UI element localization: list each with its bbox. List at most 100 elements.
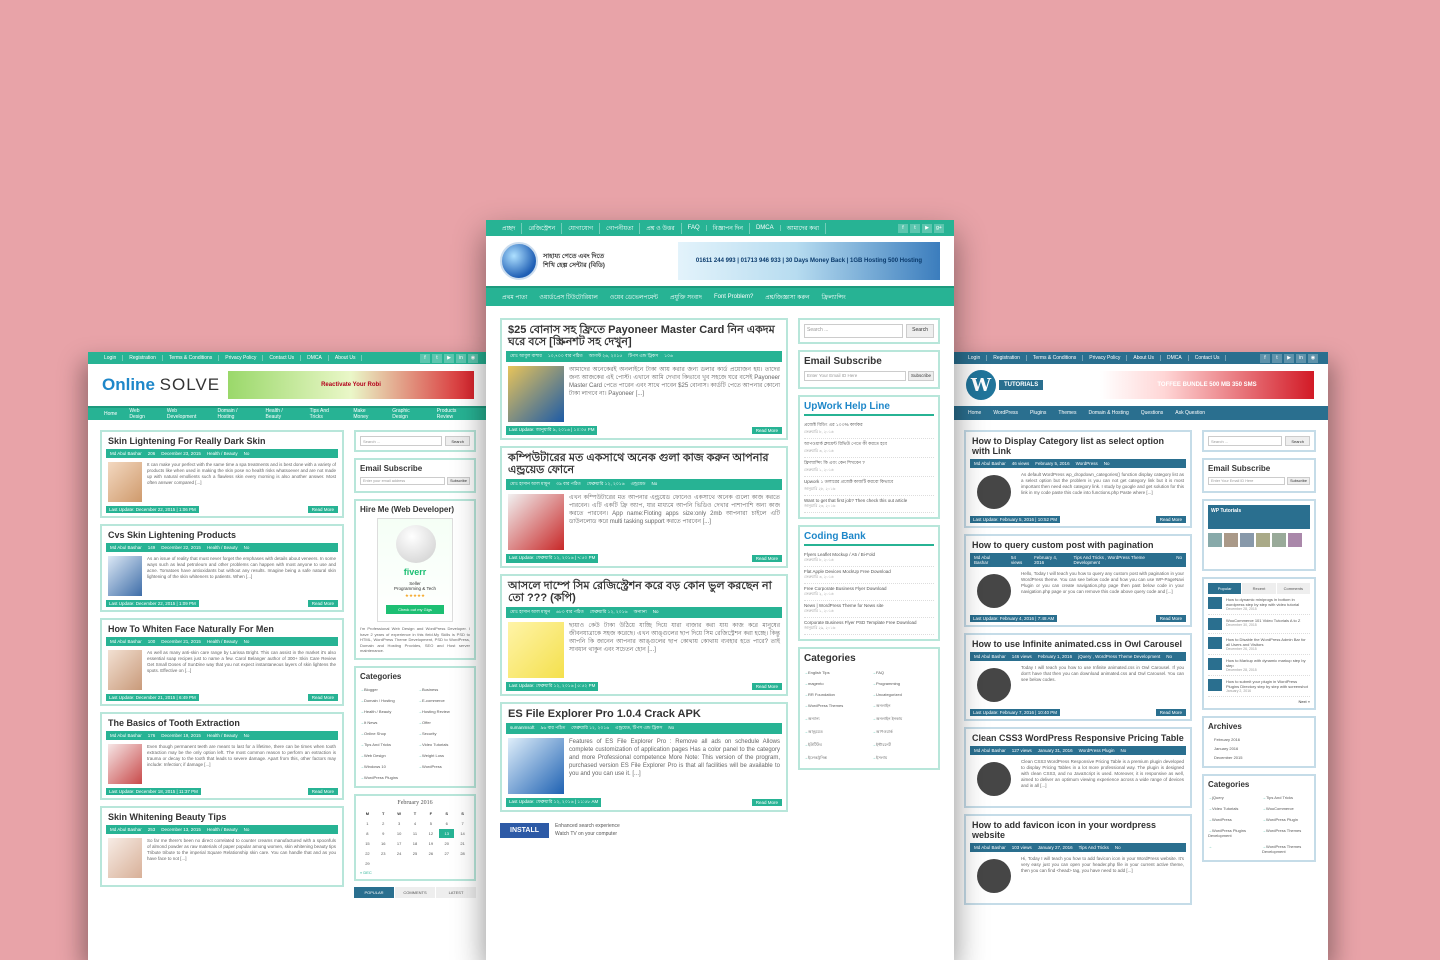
- topbar-link[interactable]: Terms & Conditions: [1027, 355, 1084, 361]
- category-item[interactable]: Tips And Tricks: [1262, 793, 1310, 802]
- post-thumbnail[interactable]: [972, 856, 1016, 896]
- read-more-button[interactable]: Read More: [307, 506, 338, 513]
- nav-item[interactable]: Home: [98, 411, 123, 417]
- calendar-day[interactable]: 25: [408, 849, 423, 858]
- topbar-link[interactable]: বিজ্ঞাপন দিন: [707, 222, 750, 234]
- feed-item[interactable]: Flat Apple Devices MockUp Free Download ফ…: [804, 567, 934, 584]
- calendar-prev-link[interactable]: « DEC: [360, 870, 470, 875]
- post-title[interactable]: Cvs Skin Lightening Products: [106, 530, 338, 543]
- category-item[interactable]: E-commerce: [418, 696, 470, 705]
- recent-post-title[interactable]: How to submit your plugin in WordPress P…: [1226, 679, 1308, 689]
- youtube-icon[interactable]: ▶: [1284, 353, 1294, 363]
- category-link[interactable]: অন্যান্য: [634, 609, 647, 616]
- category-item[interactable]: FAQ: [872, 668, 934, 677]
- category-item[interactable]: WordPress Themes: [804, 701, 866, 712]
- category-item[interactable]: WordPress Themes: [1262, 826, 1310, 840]
- category-link[interactable]: Health / Beauty: [207, 639, 238, 644]
- read-more-button[interactable]: Read More: [1155, 615, 1186, 622]
- topbar-link[interactable]: রেজিস্ট্রেশন: [522, 222, 563, 234]
- category-item[interactable]: Health / Beauty: [360, 707, 412, 716]
- search-button[interactable]: Search: [445, 436, 470, 446]
- post-title[interactable]: How to query custom post with pagination: [970, 540, 1186, 553]
- rss-icon[interactable]: ◉: [1308, 353, 1318, 363]
- category-item[interactable]: It News: [360, 718, 412, 727]
- site-logo[interactable]: W TUTORIALS: [966, 370, 1044, 400]
- comment-count[interactable]: No: [244, 733, 250, 738]
- author-link[interactable]: মোঃ হাসান আল মামুন: [510, 609, 550, 616]
- category-link[interactable]: Health / Beauty: [207, 451, 238, 456]
- nav-item[interactable]: ফ্রিল্যান্সিং: [816, 292, 852, 303]
- tab[interactable]: Popular: [1208, 583, 1242, 594]
- category-item[interactable]: আপওয়ার্ক: [872, 727, 934, 738]
- post-title[interactable]: How to Display Category list as select o…: [970, 436, 1186, 459]
- post-thumbnail[interactable]: [972, 665, 1016, 705]
- comment-count[interactable]: ১০৬: [664, 353, 673, 360]
- topbar-link[interactable]: প্রশ্ন ও উত্তর: [640, 222, 682, 234]
- topbar-link[interactable]: About Us: [1127, 355, 1161, 361]
- nav-item[interactable]: Themes: [1052, 410, 1082, 416]
- recent-post-item[interactable]: How to submit your plugin in WordPress P…: [1208, 676, 1310, 697]
- comment-count[interactable]: No: [244, 451, 250, 456]
- post-title[interactable]: How to use Infinite animated.css in Owl …: [970, 639, 1186, 652]
- nav-item[interactable]: প্রযুক্তি সংবাদ: [664, 292, 708, 303]
- topbar-link[interactable]: Login: [98, 355, 124, 361]
- site-logo[interactable]: Online SOLVE: [102, 375, 220, 395]
- feed-item[interactable]: Flyers Leaflet Mockup / A5 / Bi-Fold ফেব্…: [804, 550, 934, 567]
- feed-item[interactable]: আপওয়ার্ক ক্লায়েন্ট রিভিউ পেতে কী করতে …: [804, 439, 934, 458]
- category-item[interactable]: Uncategorized: [872, 690, 934, 699]
- author-link[interactable]: Md Abul Bashar: [110, 733, 142, 738]
- category-item[interactable]: Tips And Tricks: [360, 740, 412, 749]
- feed-title[interactable]: প্রজেক্ট বিডিং এর ১০০% কার্যকর: [804, 422, 863, 427]
- calendar-day[interactable]: 29: [360, 859, 375, 868]
- calendar-day[interactable]: 21: [455, 839, 470, 848]
- calendar-day[interactable]: 9: [376, 829, 391, 838]
- category-link[interactable]: Health / Beauty: [207, 733, 238, 738]
- calendar-day[interactable]: 24: [392, 849, 407, 858]
- nav-item[interactable]: প্রথম পাতা: [496, 292, 533, 303]
- nav-item[interactable]: Health / Beauty: [260, 408, 304, 420]
- tab[interactable]: Recent: [1242, 583, 1276, 594]
- calendar-day[interactable]: 2: [376, 819, 391, 828]
- category-item[interactable]: ইউটিউব: [804, 740, 866, 751]
- tab[interactable]: COMMENTS: [395, 886, 435, 898]
- facebook-icon[interactable]: f: [1260, 353, 1270, 363]
- tab[interactable]: POPULAR: [354, 886, 394, 898]
- post-thumbnail[interactable]: [508, 494, 564, 550]
- post-title[interactable]: Clean CSS3 WordPress Responsive Pricing …: [970, 733, 1186, 746]
- comment-count[interactable]: No: [652, 481, 658, 488]
- post-thumbnail[interactable]: [508, 622, 564, 678]
- read-more-button[interactable]: Read More: [1155, 709, 1186, 716]
- topbar-link[interactable]: DMCA: [750, 225, 781, 231]
- email-input[interactable]: Enter your email address: [360, 477, 446, 485]
- category-item[interactable]: WordPress: [418, 762, 470, 771]
- read-more-button[interactable]: Read More: [307, 600, 338, 607]
- tab[interactable]: Comments: [1276, 583, 1310, 594]
- nav-item[interactable]: Web Development: [161, 408, 212, 420]
- nav-item[interactable]: Ask Question: [1169, 410, 1211, 416]
- calendar-day[interactable]: 11: [408, 829, 423, 838]
- category-link[interactable]: WordPress: [1076, 461, 1098, 466]
- nav-item[interactable]: Domain / Hosting: [211, 408, 259, 420]
- facebook-icon[interactable]: f: [420, 353, 430, 363]
- read-more-button[interactable]: Read More: [1155, 516, 1186, 523]
- category-item[interactable]: Online Shop: [360, 729, 412, 738]
- recent-post-title[interactable]: How to Disable the WordPress Admin Bar f…: [1226, 637, 1306, 647]
- comment-count[interactable]: No: [244, 639, 250, 644]
- recent-post-item[interactable]: How to dynamic miniprogs in bottom in wo…: [1208, 594, 1310, 615]
- category-item[interactable]: আন্ড্রয়েড: [804, 727, 866, 738]
- read-more-button[interactable]: Read More: [307, 788, 338, 795]
- recent-post-item[interactable]: WooCommerce 101 Video Tutorials A to Z De…: [1208, 615, 1310, 634]
- topbar-link[interactable]: গোপনীয়তা: [600, 222, 641, 234]
- author-link[interactable]: Md Abul Bashar: [974, 748, 1006, 753]
- nav-item[interactable]: Home: [962, 410, 987, 416]
- linkedin-icon[interactable]: in: [456, 353, 466, 363]
- header-banner[interactable]: 01611 244 993 | 01713 946 933 | 30 Days …: [678, 242, 940, 280]
- category-item[interactable]: RR Foundation: [804, 690, 866, 699]
- comment-count[interactable]: No: [244, 545, 250, 550]
- post-title[interactable]: $25 বোনাস সহ ফ্রিতে Payoneer Master Card…: [506, 324, 782, 351]
- calendar-day[interactable]: 16: [376, 839, 391, 848]
- archive-link[interactable]: January 2016: [1208, 744, 1310, 753]
- tab[interactable]: LATEST: [436, 886, 476, 898]
- topbar-link[interactable]: Registration: [123, 355, 163, 361]
- category-link[interactable]: jQuery , WordPress Theme Development: [1078, 654, 1160, 659]
